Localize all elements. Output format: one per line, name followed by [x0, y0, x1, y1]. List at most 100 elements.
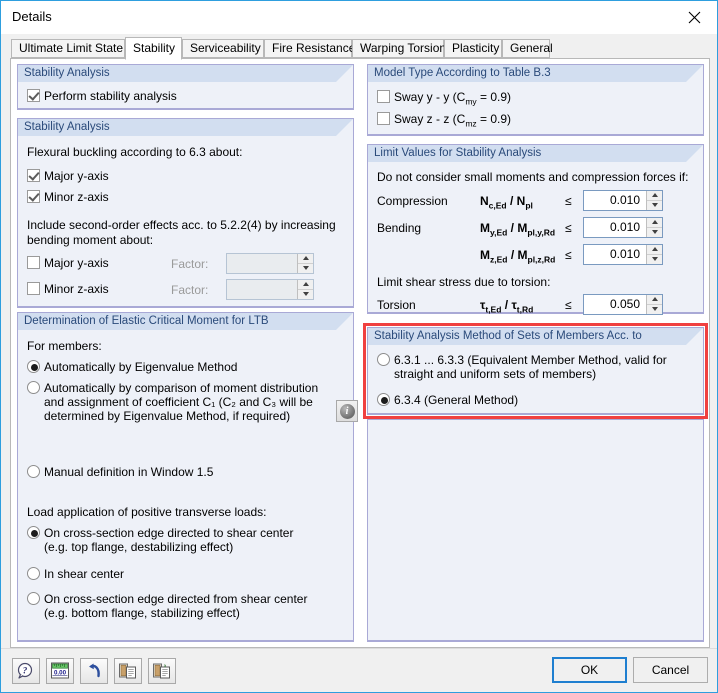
spinner-up[interactable]: [298, 280, 313, 290]
radio-load-in-shear-center[interactable]: In shear center: [27, 567, 317, 581]
right-column: Model Type According to Table B.3 Sway y…: [361, 59, 709, 647]
factor-value-major-y: [227, 254, 297, 273]
help-button[interactable]: ?: [12, 658, 40, 684]
limit-value-torsion: 0.050: [609, 297, 640, 311]
limit-value-bending-y: 0.010: [609, 220, 640, 234]
checkbox-flexural-major-y-axis[interactable]: Major y-axis: [27, 169, 109, 183]
spinner-up[interactable]: [647, 218, 662, 228]
checkbox-label: Sway y - y (C: [394, 90, 466, 104]
spinner-buttons[interactable]: [646, 191, 662, 210]
tab-general[interactable]: General: [502, 39, 553, 58]
checkbox-label-tail: = 0.9): [476, 90, 512, 104]
checkbox-box: [27, 190, 40, 203]
limit-values-heading: Do not consider small moments and compre…: [377, 170, 689, 184]
checkbox-label: Minor z-axis: [44, 282, 109, 296]
factor-label-z: Factor:: [171, 283, 209, 297]
radio-label: On cross-section edge directed to shear …: [44, 526, 294, 554]
group-filler-panel: [367, 419, 704, 642]
group-stability-analysis-perform: Stability Analysis Perform stability ana…: [17, 64, 354, 110]
group-body: Do not consider small moments and compre…: [368, 162, 703, 315]
copy-button[interactable]: [114, 658, 142, 684]
spinner-buttons[interactable]: [646, 295, 662, 314]
limit-input-torsion[interactable]: 0.050: [583, 294, 663, 315]
dialog-footer: ? 0.00 OK Cancel: [1, 648, 717, 692]
spinner-down[interactable]: [647, 305, 662, 315]
copy-icon: [119, 663, 136, 679]
limit-row-operator-bending-y: ≤: [565, 221, 572, 235]
ok-button[interactable]: OK: [552, 657, 627, 683]
group-body: For members: Automatically by Eigenvalue…: [18, 330, 358, 641]
units-button[interactable]: 0.00: [46, 658, 74, 684]
tab-plasticity[interactable]: Plasticity: [444, 39, 502, 58]
radio-auto-eigenvalue-method[interactable]: Automatically by Eigenvalue Method: [27, 360, 337, 374]
spinner-down[interactable]: [647, 228, 662, 238]
undo-button[interactable]: [80, 658, 108, 684]
radio-dot: [27, 592, 40, 605]
spinner-buttons[interactable]: [646, 245, 662, 264]
tab-serviceability[interactable]: Serviceability: [182, 39, 264, 58]
close-button[interactable]: [672, 1, 717, 33]
radio-equivalent-member-method[interactable]: 6.3.1 ... 6.3.3 (Equivalent Member Metho…: [377, 353, 677, 381]
radio-load-on-edge-from-shear-center[interactable]: On cross-section edge directed from shea…: [27, 592, 317, 620]
group-stability-method-sets-of-members: Stability Analysis Method of Sets of Mem…: [367, 327, 704, 415]
undo-icon: [89, 663, 100, 678]
tab-warping-torsion[interactable]: Warping Torsion: [352, 39, 446, 58]
radio-general-method[interactable]: 6.3.4 (General Method): [377, 393, 677, 407]
cancel-button[interactable]: Cancel: [633, 657, 708, 683]
limit-row-formula-torsion: τt,Ed / τt,Rd: [480, 298, 534, 315]
checkbox-flexural-minor-z-axis[interactable]: Minor z-axis: [27, 190, 109, 204]
radio-manual-definition-window-15[interactable]: Manual definition in Window 1.5: [27, 465, 327, 479]
spinner-up[interactable]: [647, 295, 662, 305]
spinner-buttons[interactable]: [297, 280, 313, 299]
checkbox-label: Minor z-axis: [44, 190, 109, 204]
checkbox-label-tail: = 0.9): [476, 112, 512, 126]
checkbox-box: [27, 89, 40, 102]
checkbox-label: Perform stability analysis: [44, 89, 177, 103]
group-title: Model Type According to Table B.3: [368, 65, 703, 82]
spinner-up[interactable]: [647, 245, 662, 255]
spinner-buttons[interactable]: [646, 218, 662, 237]
spinner-down[interactable]: [298, 264, 313, 274]
spinner-up[interactable]: [647, 191, 662, 201]
factor-input-minor-z[interactable]: [226, 279, 314, 300]
checkbox-box: [377, 112, 390, 125]
info-button[interactable]: i: [336, 400, 358, 422]
radio-dot: [27, 526, 40, 539]
checkbox-sway-z-z[interactable]: Sway z - z (Cmz = 0.9): [377, 112, 511, 128]
limit-row-formula-compression: Nc,Ed / Npl: [480, 194, 533, 211]
radio-load-on-edge-to-shear-center[interactable]: On cross-section edge directed to shear …: [27, 526, 317, 554]
limit-row-label-torsion: Torsion: [377, 298, 416, 312]
left-column: Stability Analysis Perform stability ana…: [11, 59, 360, 647]
spinner-buttons[interactable]: [297, 254, 313, 273]
tab-fire-resistance[interactable]: Fire Resistance: [264, 39, 355, 58]
spinner-up[interactable]: [298, 254, 313, 264]
radio-auto-moment-distribution[interactable]: Automatically by comparison of moment di…: [27, 381, 327, 423]
tab-ultimate-limit-state[interactable]: Ultimate Limit State: [11, 39, 125, 58]
checkbox-sway-y-y[interactable]: Sway y - y (Cmy = 0.9): [377, 90, 511, 106]
limit-input-bending-y[interactable]: 0.010: [583, 217, 663, 238]
limit-input-compression[interactable]: 0.010: [583, 190, 663, 211]
spinner-down[interactable]: [647, 201, 662, 211]
help-icon: ?: [17, 662, 33, 679]
tab-stability[interactable]: Stability: [125, 37, 182, 60]
checkbox-label-sub: mz: [465, 118, 477, 129]
checkbox-second-order-major-y-axis[interactable]: Major y-axis: [27, 256, 109, 270]
details-dialog: Details Ultimate Limit State Stability S…: [0, 0, 718, 693]
group-body: Sway y - y (Cmy = 0.9) Sway z - z (Cmz =…: [368, 82, 703, 135]
checkbox-second-order-minor-z-axis[interactable]: Minor z-axis: [27, 282, 109, 296]
radio-label: Automatically by comparison of moment di…: [44, 381, 319, 423]
factor-input-major-y[interactable]: [226, 253, 314, 274]
paste-button[interactable]: [148, 658, 176, 684]
group-model-type-table-b3: Model Type According to Table B.3 Sway y…: [367, 64, 704, 136]
group-body: Perform stability analysis: [18, 82, 353, 109]
spinner-down[interactable]: [298, 290, 313, 300]
spinner-down[interactable]: [647, 255, 662, 265]
checkbox-box: [27, 256, 40, 269]
checkbox-label-sub: my: [465, 96, 477, 107]
limit-input-bending-z[interactable]: 0.010: [583, 244, 663, 265]
checkbox-label: Major y-axis: [44, 256, 109, 270]
limit-value-compression: 0.010: [609, 193, 640, 207]
radio-dot: [27, 360, 40, 373]
title-bar: Details: [1, 1, 717, 34]
checkbox-perform-stability-analysis[interactable]: Perform stability analysis: [27, 89, 177, 103]
